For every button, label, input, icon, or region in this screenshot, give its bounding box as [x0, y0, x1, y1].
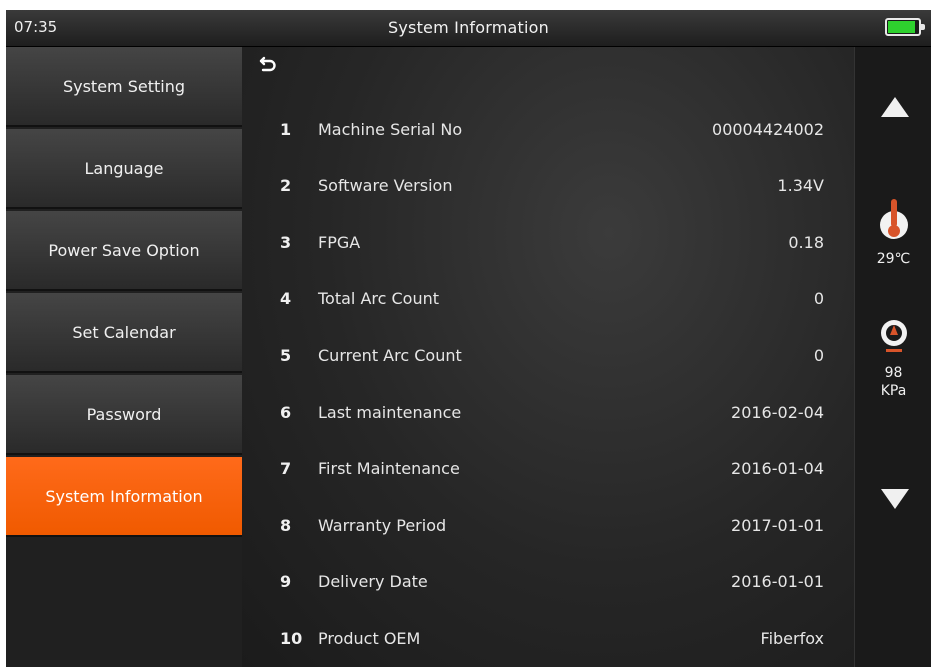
row-number: 4 — [280, 289, 292, 308]
sidebar-item-power-save-option[interactable]: Power Save Option — [6, 211, 242, 291]
row-number: 9 — [280, 572, 292, 591]
sidebar-item-label: Language — [84, 158, 164, 178]
row-label: Current Arc Count — [318, 346, 462, 365]
info-row-total-arc-count: 4 Total Arc Count 0 — [242, 279, 854, 319]
info-row-product-oem: 10 Product OEM Fiberfox — [242, 619, 854, 659]
row-value: 1.34V — [777, 176, 824, 195]
sidebar-item-system-setting[interactable]: System Setting — [6, 47, 242, 127]
temperature-value: 29℃ — [876, 251, 911, 267]
row-value: 0 — [813, 289, 824, 308]
sidebar-item-label: Power Save Option — [48, 240, 200, 260]
info-row-current-arc-count: 5 Current Arc Count 0 — [242, 336, 854, 376]
system-info-panel: 1 Machine Serial No 00004424002 2 Softwa… — [242, 47, 854, 667]
row-number: 7 — [280, 459, 292, 478]
scroll-up-button[interactable] — [879, 93, 911, 121]
pressure-unit: KPa — [880, 383, 907, 399]
row-value: 0.18 — [788, 233, 824, 252]
row-label: Machine Serial No — [318, 120, 463, 139]
page-title: System Information — [388, 18, 549, 37]
row-number: 1 — [280, 120, 292, 139]
row-label: Delivery Date — [318, 572, 428, 591]
info-row-machine-serial: 1 Machine Serial No 00004424002 — [242, 110, 854, 150]
pressure-value: 98 — [884, 365, 903, 381]
row-label: FPGA — [318, 233, 361, 252]
status-column: 29℃ 98 KPa — [854, 47, 931, 667]
scroll-down-button[interactable] — [879, 485, 911, 513]
sidebar-item-label: System Information — [45, 486, 203, 506]
sidebar-item-label: System Setting — [62, 76, 186, 96]
row-value: 2016-02-04 — [731, 403, 824, 422]
row-label: Product OEM — [318, 629, 421, 648]
row-value: 2016-01-04 — [731, 459, 824, 478]
sidebar-item-label: Set Calendar — [72, 322, 176, 342]
row-value: 2017-01-01 — [731, 516, 824, 535]
row-value: Fiberfox — [760, 629, 824, 648]
arrow-up-icon — [881, 97, 909, 117]
device-screen: 07:35 System Information System Setting … — [6, 10, 931, 667]
back-button[interactable] — [254, 51, 282, 77]
row-number: 2 — [280, 176, 292, 195]
row-label: First Maintenance — [318, 459, 460, 478]
title-bar: 07:35 System Information — [6, 10, 931, 47]
sidebar-item-label: Password — [86, 404, 162, 424]
sidebar-item-language[interactable]: Language — [6, 129, 242, 209]
row-number: 10 — [280, 629, 303, 648]
sidebar: System Setting Language Power Save Optio… — [6, 47, 242, 667]
sidebar-item-set-calendar[interactable]: Set Calendar — [6, 293, 242, 373]
row-number: 8 — [280, 516, 292, 535]
thermometer-icon — [880, 193, 908, 253]
sidebar-item-system-information[interactable]: System Information — [6, 457, 242, 537]
row-label: Total Arc Count — [318, 289, 440, 308]
arrow-down-icon — [881, 489, 909, 509]
row-number: 5 — [280, 346, 292, 365]
row-number: 6 — [280, 403, 292, 422]
row-label: Software Version — [318, 176, 453, 195]
info-row-first-maintenance: 7 First Maintenance 2016-01-04 — [242, 449, 854, 489]
sidebar-item-password[interactable]: Password — [6, 375, 242, 455]
gauge-icon — [880, 309, 908, 369]
return-arrow-icon — [259, 56, 276, 72]
row-label: Last maintenance — [318, 403, 462, 422]
info-row-last-maintenance: 6 Last maintenance 2016-02-04 — [242, 393, 854, 433]
info-row-fpga: 3 FPGA 0.18 — [242, 223, 854, 263]
row-value: 2016-01-01 — [731, 572, 824, 591]
row-label: Warranty Period — [318, 516, 447, 535]
info-row-warranty-period: 8 Warranty Period 2017-01-01 — [242, 506, 854, 546]
info-row-delivery-date: 9 Delivery Date 2016-01-01 — [242, 562, 854, 602]
row-value: 0 — [813, 346, 824, 365]
info-row-software-version: 2 Software Version 1.34V — [242, 166, 854, 206]
row-number: 3 — [280, 233, 292, 252]
row-value: 00004424002 — [712, 120, 824, 139]
battery-icon — [885, 18, 925, 36]
battery-level — [888, 21, 915, 33]
